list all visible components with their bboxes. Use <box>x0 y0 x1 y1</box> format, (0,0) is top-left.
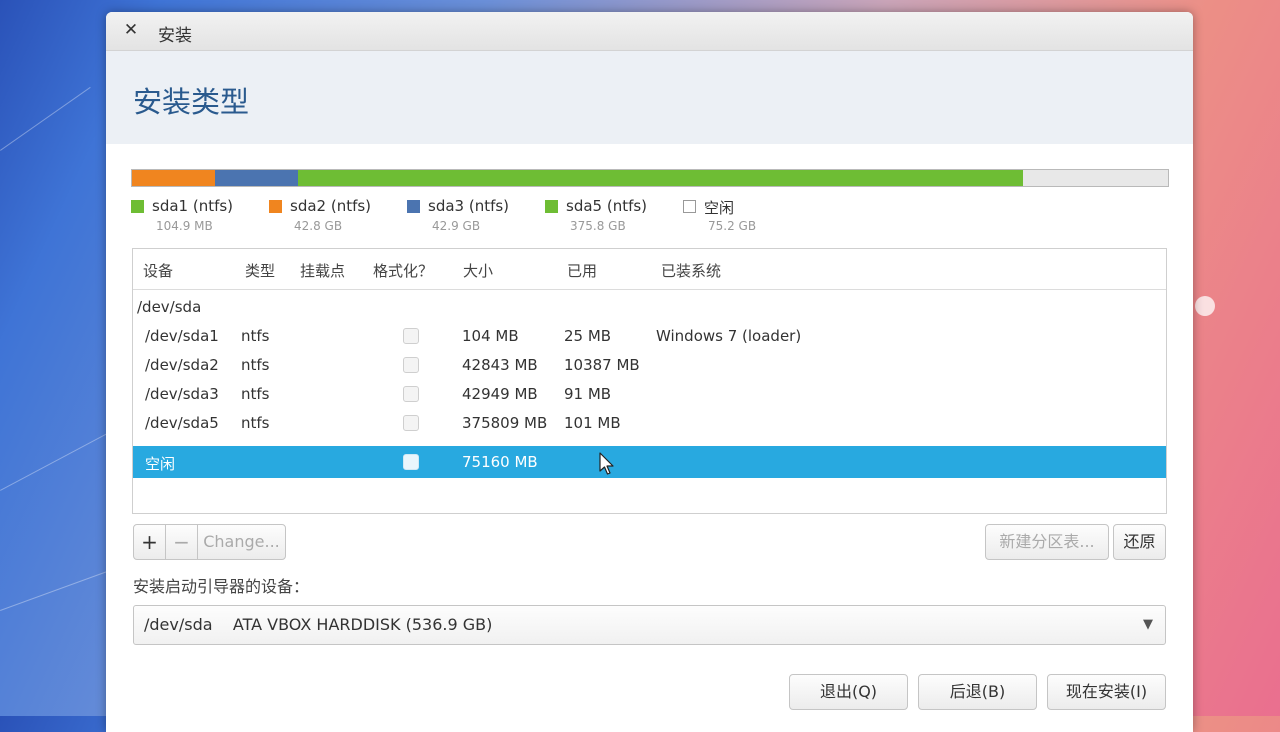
format-checkbox[interactable] <box>403 357 419 373</box>
legend-name: sda5 (ntfs) <box>566 197 647 215</box>
partition-legend: sda1 (ntfs) 104.9 MB sda2 (ntfs) 42.8 GB… <box>131 197 1167 241</box>
column-header-size[interactable]: 大小 <box>463 260 493 281</box>
cell-type: ntfs <box>241 356 269 374</box>
table-header: 设备 类型 挂载点 格式化？ 大小 已用 已装系统 <box>133 249 1166 290</box>
wallpaper-line <box>0 87 91 151</box>
table-row[interactable]: /dev/sda1 ntfs 104 MB 25 MB Windows 7 (l… <box>133 322 1166 351</box>
cell-size: 75160 MB <box>462 453 538 471</box>
page-title: 安装类型 <box>133 79 249 121</box>
legend-swatch <box>131 200 144 213</box>
column-header-format[interactable]: 格式化？ <box>373 260 433 281</box>
legend-size: 42.9 GB <box>432 219 480 233</box>
bar-segment-sda3 <box>215 170 298 186</box>
new-partition-table-button[interactable]: 新建分区表... <box>985 524 1109 560</box>
cell-type: ntfs <box>241 327 269 345</box>
bar-segment-sda2 <box>132 170 215 186</box>
quit-button[interactable]: 退出(Q) <box>789 674 908 710</box>
cell-used: 25 MB <box>564 327 611 345</box>
cell-size: 42843 MB <box>462 356 538 374</box>
wallpaper-dot <box>1195 296 1215 316</box>
legend-name: 空闲 <box>704 197 734 218</box>
cell-device: /dev/sda3 <box>145 385 219 403</box>
table-row-selected[interactable]: 空闲 75160 MB <box>133 446 1166 478</box>
close-icon[interactable]: ✕ <box>120 19 142 41</box>
table-row[interactable]: /dev/sda5 ntfs 375809 MB 101 MB <box>133 409 1166 438</box>
bar-segment-sda5 <box>298 170 1023 186</box>
format-checkbox[interactable] <box>403 328 419 344</box>
partition-usage-bar <box>131 169 1169 187</box>
legend-size: 42.8 GB <box>294 219 342 233</box>
cell-system: Windows 7 (loader) <box>656 327 801 345</box>
cell-device: /dev/sda5 <box>145 414 219 432</box>
cell-device: /dev/sda1 <box>145 327 219 345</box>
group-device: /dev/sda <box>137 298 201 316</box>
cell-size: 375809 MB <box>462 414 547 432</box>
legend-swatch <box>683 200 696 213</box>
legend-name: sda2 (ntfs) <box>290 197 371 215</box>
remove-partition-button[interactable]: − <box>166 525 198 559</box>
table-group-row[interactable]: /dev/sda <box>133 293 1166 322</box>
table-row[interactable]: /dev/sda2 ntfs 42843 MB 10387 MB <box>133 351 1166 380</box>
table-row[interactable]: /dev/sda3 ntfs 42949 MB 91 MB <box>133 380 1166 409</box>
cell-size: 104 MB <box>462 327 519 345</box>
boot-loader-device-select[interactable]: /dev/sda ATA VBOX HARDDISK (536.9 GB) ▼ <box>133 605 1166 645</box>
cell-used: 101 MB <box>564 414 621 432</box>
column-header-system[interactable]: 已装系统 <box>661 260 721 281</box>
change-partition-button[interactable]: Change... <box>198 525 285 559</box>
cell-size: 42949 MB <box>462 385 538 403</box>
boot-loader-device-value: /dev/sda ATA VBOX HARDDISK (536.9 GB) <box>144 615 492 634</box>
format-checkbox[interactable] <box>403 415 419 431</box>
page-header: 安装类型 <box>106 51 1193 144</box>
column-header-type[interactable]: 类型 <box>245 260 275 281</box>
cell-used: 10387 MB <box>564 356 640 374</box>
column-header-device[interactable]: 设备 <box>143 260 173 281</box>
revert-button[interactable]: 还原 <box>1113 524 1166 560</box>
cell-device: 空闲 <box>145 453 175 474</box>
dropdown-arrow-icon: ▼ <box>1143 617 1153 632</box>
bar-segment-free <box>1023 170 1168 186</box>
cell-used: 91 MB <box>564 385 611 403</box>
legend-swatch <box>269 200 282 213</box>
legend-size: 375.8 GB <box>570 219 626 233</box>
window-title: 安装 <box>158 21 192 46</box>
cell-type: ntfs <box>241 385 269 403</box>
legend-size: 75.2 GB <box>708 219 756 233</box>
add-partition-button[interactable]: + <box>134 525 166 559</box>
title-bar: ✕ 安装 <box>106 12 1193 51</box>
column-header-used[interactable]: 已用 <box>567 260 597 281</box>
partition-edit-buttons: + − Change... <box>133 524 286 560</box>
wallpaper-line <box>0 429 115 491</box>
legend-swatch <box>545 200 558 213</box>
mouse-pointer-icon <box>599 452 615 476</box>
partition-table: 设备 类型 挂载点 格式化？ 大小 已用 已装系统 /dev/sda /dev/… <box>132 248 1167 514</box>
legend-size: 104.9 MB <box>156 219 213 233</box>
legend-name: sda1 (ntfs) <box>152 197 233 215</box>
legend-swatch <box>407 200 420 213</box>
cell-device: /dev/sda2 <box>145 356 219 374</box>
wallpaper-line <box>0 566 123 611</box>
format-checkbox[interactable] <box>403 386 419 402</box>
boot-loader-label: 安装启动引导器的设备： <box>133 573 309 597</box>
column-header-mount[interactable]: 挂载点 <box>300 260 345 281</box>
cell-type: ntfs <box>241 414 269 432</box>
install-now-button[interactable]: 现在安装(I) <box>1047 674 1166 710</box>
legend-name: sda3 (ntfs) <box>428 197 509 215</box>
installer-window: ✕ 安装 安装类型 sda1 (ntfs) 104.9 MB sda2 (ntf… <box>106 12 1193 732</box>
format-checkbox[interactable] <box>403 454 419 470</box>
back-button[interactable]: 后退(B) <box>918 674 1037 710</box>
